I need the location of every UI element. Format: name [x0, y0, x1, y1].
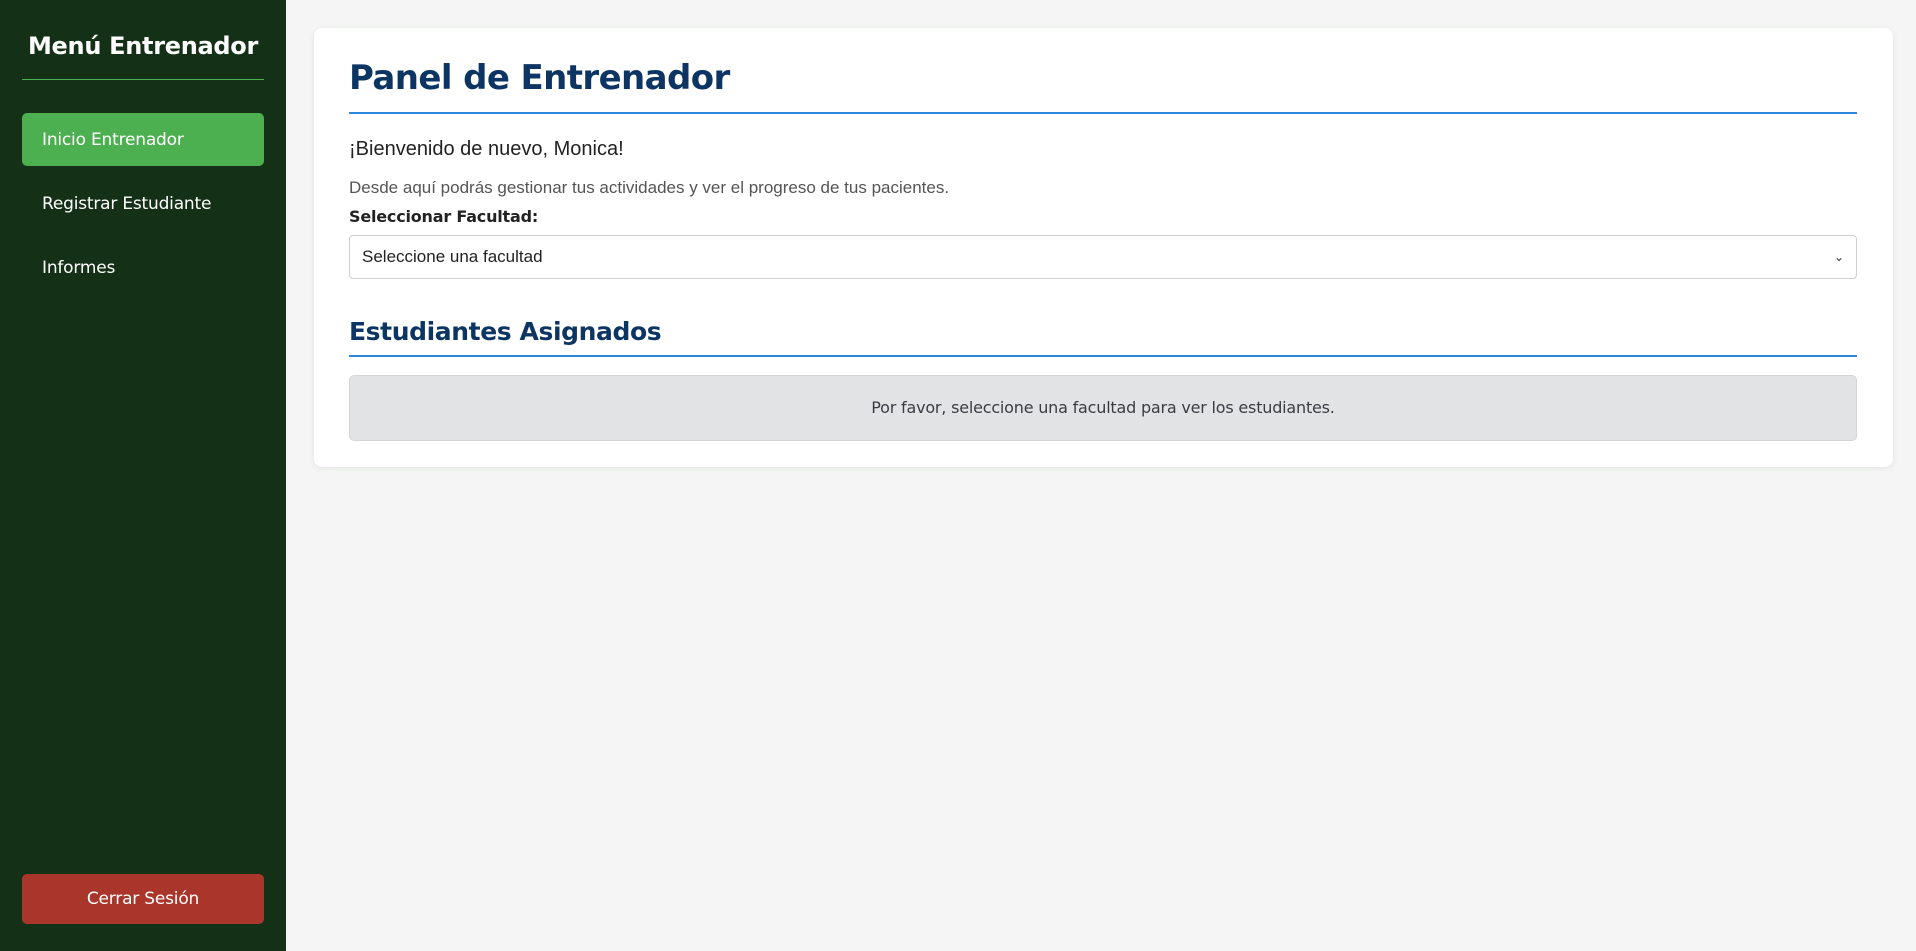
- dashboard-card: Panel de Entrenador ¡Bienvenido de nuevo…: [314, 28, 1893, 467]
- main-content: Panel de Entrenador ¡Bienvenido de nuevo…: [286, 0, 1916, 951]
- page-title: Panel de Entrenador: [349, 58, 1857, 114]
- welcome-message: ¡Bienvenido de nuevo, Monica!: [349, 137, 624, 160]
- faculty-select-value: Seleccione una facultad: [362, 246, 543, 266]
- students-empty-state: Por favor, seleccione una facultad para …: [349, 374, 1857, 441]
- sidebar-title: Menú Entrenador: [22, 0, 264, 80]
- app-layout: Menú Entrenador Inicio Entrenador Regist…: [0, 0, 1916, 951]
- sidebar: Menú Entrenador Inicio Entrenador Regist…: [0, 0, 286, 951]
- sidebar-item-informes[interactable]: Informes: [22, 241, 264, 294]
- sidebar-nav: Inicio Entrenador Registrar Estudiante I…: [22, 113, 264, 294]
- sidebar-item-registrar-estudiante[interactable]: Registrar Estudiante: [22, 177, 264, 230]
- faculty-select-label: Seleccionar Facultad:: [349, 206, 539, 226]
- description-text: Desde aquí podrás gestionar tus activida…: [349, 177, 950, 197]
- chevron-down-icon: ⌄: [1833, 249, 1844, 264]
- sidebar-item-inicio-entrenador[interactable]: Inicio Entrenador: [22, 113, 264, 166]
- logout-button[interactable]: Cerrar Sesión: [22, 874, 264, 924]
- students-section-title: Estudiantes Asignados: [349, 317, 1857, 357]
- faculty-select[interactable]: Seleccione una facultad ⌄: [349, 234, 1857, 279]
